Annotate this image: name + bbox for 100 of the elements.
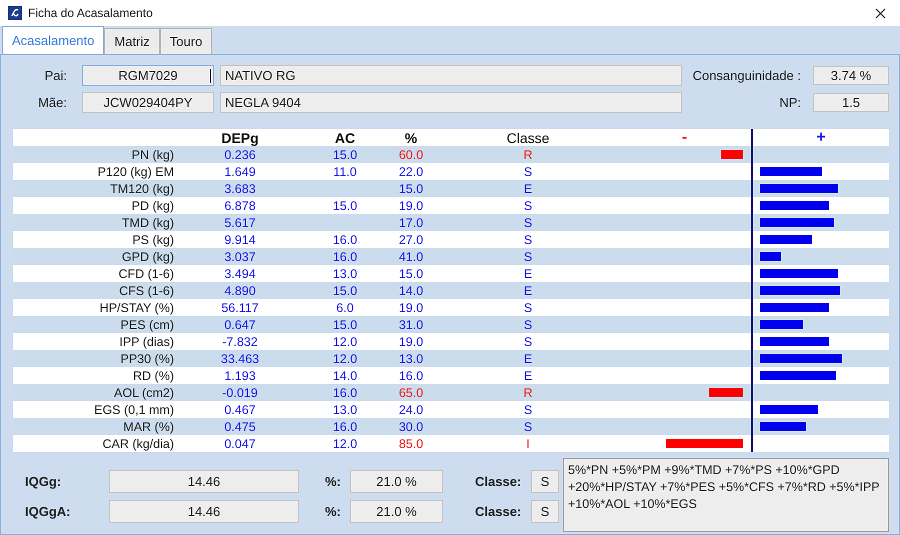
code-field[interactable]: JCW029404PY (82, 92, 214, 113)
value-field[interactable]: 14.46 (109, 470, 299, 493)
table-cell: 19.0 (398, 334, 424, 348)
table-cell: 0.236 (224, 148, 256, 162)
table-cell: 3.683 (224, 182, 256, 196)
table-cell: 15.0 (332, 148, 358, 162)
table-cell: 33.463 (220, 352, 260, 366)
trait-name: TMD (kg) (122, 216, 174, 230)
table-cell: I (526, 436, 530, 450)
table-cell: 1.649 (224, 164, 256, 178)
table-cell: 85.0 (398, 436, 424, 450)
table-cell: 31.0 (398, 318, 424, 332)
table-cell: 4.890 (224, 284, 256, 298)
table-cell: 0.467 (224, 402, 256, 416)
app-icon (8, 6, 22, 20)
table-cell: S (524, 300, 532, 314)
trait-name: PD (kg) (132, 198, 174, 212)
trait-name: PN (kg) (132, 148, 174, 162)
table-cell: 15.0 (332, 284, 358, 298)
value-field[interactable]: S (531, 500, 559, 523)
table-cell: E (524, 266, 532, 280)
trait-name: MAR (%) (123, 420, 174, 434)
table-cell: 17.0 (398, 216, 424, 230)
table-cell: 0.047 (224, 436, 256, 450)
name-field[interactable]: NEGLA 9404 (220, 92, 682, 113)
trait-name: CAR (kg/dia) (102, 436, 174, 450)
table-cell: E (524, 284, 532, 298)
table-cell: 1.193 (224, 368, 256, 382)
field-label: Consanguinidade : (692, 68, 801, 83)
tab[interactable]: Acasalamento (2, 26, 104, 54)
column-header: DEPg (220, 130, 260, 146)
table-cell: 13.0 (398, 352, 424, 366)
field-label: NP: (779, 95, 801, 110)
trait-name: CFS (1-6) (119, 284, 174, 298)
trait-name: GPD (kg) (122, 250, 174, 264)
tab[interactable]: Matriz (104, 28, 160, 54)
trait-name: PES (cm) (120, 318, 174, 332)
table-cell: 41.0 (398, 250, 424, 264)
table-cell: 15.0 (398, 266, 424, 280)
trait-name: PP30 (%) (120, 352, 174, 366)
table-cell: 12.0 (332, 352, 358, 366)
close-icon[interactable] (875, 8, 886, 18)
table-cell: 16.0 (332, 250, 358, 264)
table-cell: 14.0 (332, 368, 358, 382)
code-field[interactable]: RGM7029 (82, 65, 214, 86)
trait-name: HP/STAY (%) (100, 300, 174, 314)
value-field[interactable]: 21.0 % (350, 500, 443, 523)
table-cell: 16.0 (332, 386, 358, 400)
field-label: %: (325, 474, 342, 489)
trait-name: IPP (dias) (119, 334, 174, 348)
trait-name: PS (kg) (132, 232, 174, 246)
table-cell: 0.475 (224, 420, 256, 434)
table-cell: 12.0 (332, 334, 358, 348)
table-cell: 16.0 (398, 368, 424, 382)
table-cell: -7.832 (222, 334, 258, 348)
table-cell: -0.019 (222, 386, 258, 400)
table-cell: 22.0 (398, 164, 424, 178)
table-cell: S (524, 164, 532, 178)
table-cell: S (524, 420, 532, 434)
name-field[interactable]: NATIVO RG (220, 65, 682, 86)
table-cell: R (523, 148, 533, 162)
table-cell: S (524, 402, 532, 416)
table-cell: 3.037 (224, 250, 256, 264)
column-header: AC (334, 130, 356, 146)
field-label: Classe: (475, 504, 522, 519)
trait-name: EGS (0,1 mm) (94, 402, 174, 416)
table-cell: S (524, 198, 532, 212)
table-cell: S (524, 250, 532, 264)
value-field[interactable]: 21.0 % (350, 470, 443, 493)
table-cell: 65.0 (398, 386, 424, 400)
table-cell: 16.0 (332, 232, 358, 246)
table-cell: 11.0 (333, 164, 357, 178)
table-cell: 19.0 (398, 198, 424, 212)
table-cell: 24.0 (398, 402, 424, 416)
column-header: - (682, 130, 688, 146)
table-cell: 14.0 (398, 284, 424, 298)
trait-name: RD (%) (133, 368, 174, 382)
value-field[interactable]: 1.5 (813, 93, 889, 112)
table-cell: 13.0 (332, 402, 358, 416)
tab[interactable]: Touro (160, 28, 212, 54)
table-cell: E (524, 368, 532, 382)
field-label: IQGg: (24, 474, 62, 489)
table-cell: 0.647 (224, 318, 256, 332)
value-field[interactable]: 3.74 % (813, 66, 889, 85)
table-cell: 6.0 (336, 300, 354, 314)
trait-name: AOL (cm2) (114, 386, 174, 400)
value-field[interactable]: S (531, 470, 559, 493)
table-cell: E (524, 182, 532, 196)
table-cell: 15.0 (332, 318, 358, 332)
value-field[interactable]: 14.46 (109, 500, 299, 523)
window-title: Ficha do Acasalamento (28, 6, 154, 20)
trait-name: TM120 (kg) (110, 182, 174, 196)
trait-name: P120 (kg) EM (98, 164, 174, 178)
trait-name: CFD (1-6) (118, 266, 174, 280)
table-cell: E (524, 352, 532, 366)
field-label: %: (325, 504, 342, 519)
table-cell: S (524, 334, 532, 348)
formula-text: 5%*PN +5%*PM +9%*TMD +7%*PS +10%*GPD +20%*HP/STAY +7%*PES +5%*CFS +7%*RD +5%*IPP +10%*AOL +10%*EGS (563, 458, 889, 532)
field-label: IQGgA: (24, 504, 72, 519)
table-cell: 19.0 (398, 300, 424, 314)
